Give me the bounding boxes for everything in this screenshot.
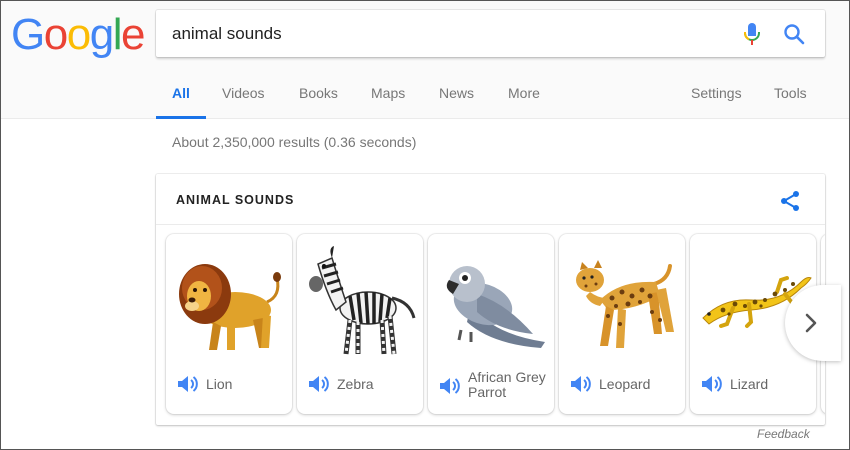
tab-settings[interactable]: Settings <box>691 85 742 101</box>
animal-name: Lizard <box>730 376 769 392</box>
search-box[interactable] <box>156 10 825 57</box>
card-title: ANIMAL SOUNDS <box>176 193 295 207</box>
logo-letter: o <box>66 10 91 59</box>
tab-more[interactable]: More <box>508 85 540 101</box>
result-stats: About 2,350,000 results (0.36 seconds) <box>172 134 417 150</box>
tab-news[interactable]: News <box>439 85 474 101</box>
lion-illustration <box>179 264 281 350</box>
animal-card-lion[interactable]: Lion <box>166 234 292 414</box>
animal-carousel: Lion Zebra African Grey Parrot Leopard L… <box>156 225 825 425</box>
animal-name: Zebra <box>337 376 374 392</box>
active-tab-indicator <box>156 116 206 119</box>
speaker-icon[interactable] <box>176 374 198 394</box>
search-icon[interactable] <box>783 23 805 45</box>
speaker-icon[interactable] <box>569 374 591 394</box>
tab-books[interactable]: Books <box>299 85 338 101</box>
search-tabs: All Videos Books Maps News More Settings… <box>0 76 850 119</box>
search-input[interactable] <box>172 10 712 57</box>
logo-letter: G <box>11 10 45 59</box>
animal-name: Leopard <box>599 376 651 392</box>
header: Google All Videos Books Maps News More S… <box>0 0 850 119</box>
google-logo[interactable]: Google <box>11 10 145 59</box>
feedback-link[interactable]: Feedback <box>757 427 810 441</box>
animal-card-leopard[interactable]: Leopard <box>559 234 685 414</box>
tab-maps[interactable]: Maps <box>371 85 405 101</box>
tab-tools[interactable]: Tools <box>774 85 807 101</box>
leopard-illustration <box>576 260 674 348</box>
chevron-right-icon <box>805 313 817 333</box>
logo-letter: o <box>43 10 68 59</box>
speaker-icon[interactable] <box>700 374 722 394</box>
logo-letter: e <box>120 10 145 59</box>
zebra-illustration <box>309 246 416 355</box>
microphone-icon[interactable] <box>742 22 762 46</box>
logo-letter: l <box>112 10 123 59</box>
parrot-illustration <box>446 266 545 348</box>
logo-wordmark: Google <box>11 10 145 59</box>
animal-name: African Grey Parrot <box>468 369 546 400</box>
speaker-icon[interactable] <box>307 374 329 394</box>
animal-sounds-card: ANIMAL SOUNDS Lion Zebra African Grey Pa… <box>156 174 825 425</box>
animal-card-zebra[interactable]: Zebra <box>297 234 423 414</box>
animal-name: Lion <box>206 376 233 392</box>
tab-all[interactable]: All <box>172 85 190 101</box>
speaker-icon[interactable] <box>438 376 460 396</box>
share-icon[interactable] <box>778 189 802 213</box>
tab-videos[interactable]: Videos <box>222 85 265 101</box>
animal-card-african-grey-parrot[interactable]: African Grey Parrot <box>428 234 554 414</box>
logo-letter: g <box>89 10 114 59</box>
